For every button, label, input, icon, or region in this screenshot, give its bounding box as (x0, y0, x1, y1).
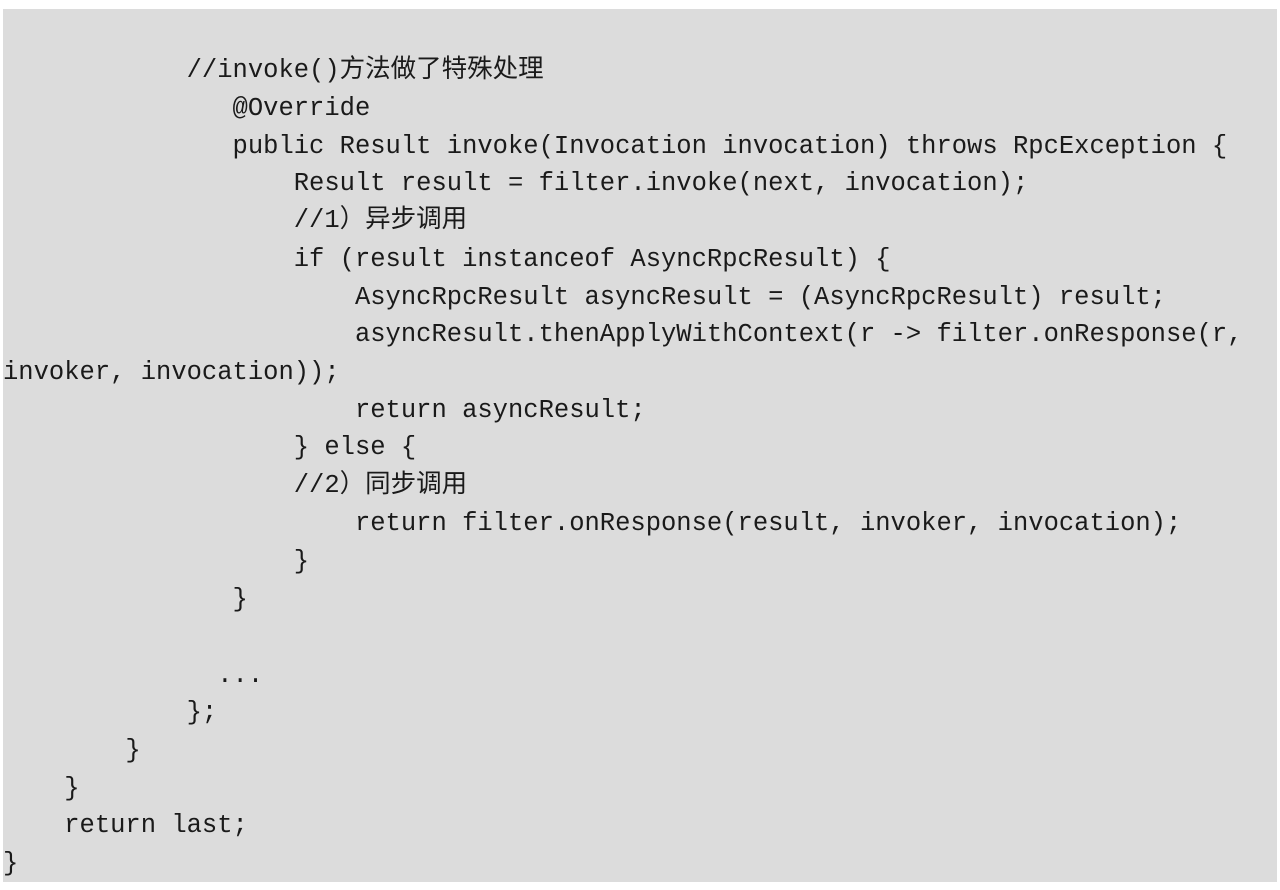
code-block: //invoke()方法做了特殊处理 @Override public Resu… (3, 9, 1277, 882)
code-line: return filter.onResponse(result, invoker… (3, 509, 1182, 538)
code-line: } (3, 774, 80, 803)
code-line: ... (3, 661, 264, 690)
code-line: public Result invoke(Invocation invocati… (3, 132, 1228, 161)
code-line: //2）同步调用 (3, 471, 468, 500)
code-line: return last; (3, 811, 248, 840)
code-line: }; (3, 698, 218, 727)
code-line: //1）异步调用 (3, 206, 468, 235)
code-line: if (result instanceof AsyncRpcResult) { (3, 245, 891, 274)
code-line: Result result = filter.invoke(next, invo… (3, 169, 1029, 198)
code-line: invoker, invocation)); (3, 358, 340, 387)
code-line: } (3, 736, 141, 765)
code-line: } (3, 547, 310, 576)
code-line: } else { (3, 433, 417, 462)
code-line: AsyncRpcResult asyncResult = (AsyncRpcRe… (3, 283, 1166, 312)
code-line: //invoke()方法做了特殊处理 (3, 56, 544, 85)
code-line: } (3, 849, 19, 878)
code-line: @Override (3, 94, 371, 123)
code-line: } (3, 585, 248, 614)
code-line: return asyncResult; (3, 396, 646, 425)
code-line: asyncResult.thenApplyWithContext(r -> fi… (3, 320, 1243, 349)
